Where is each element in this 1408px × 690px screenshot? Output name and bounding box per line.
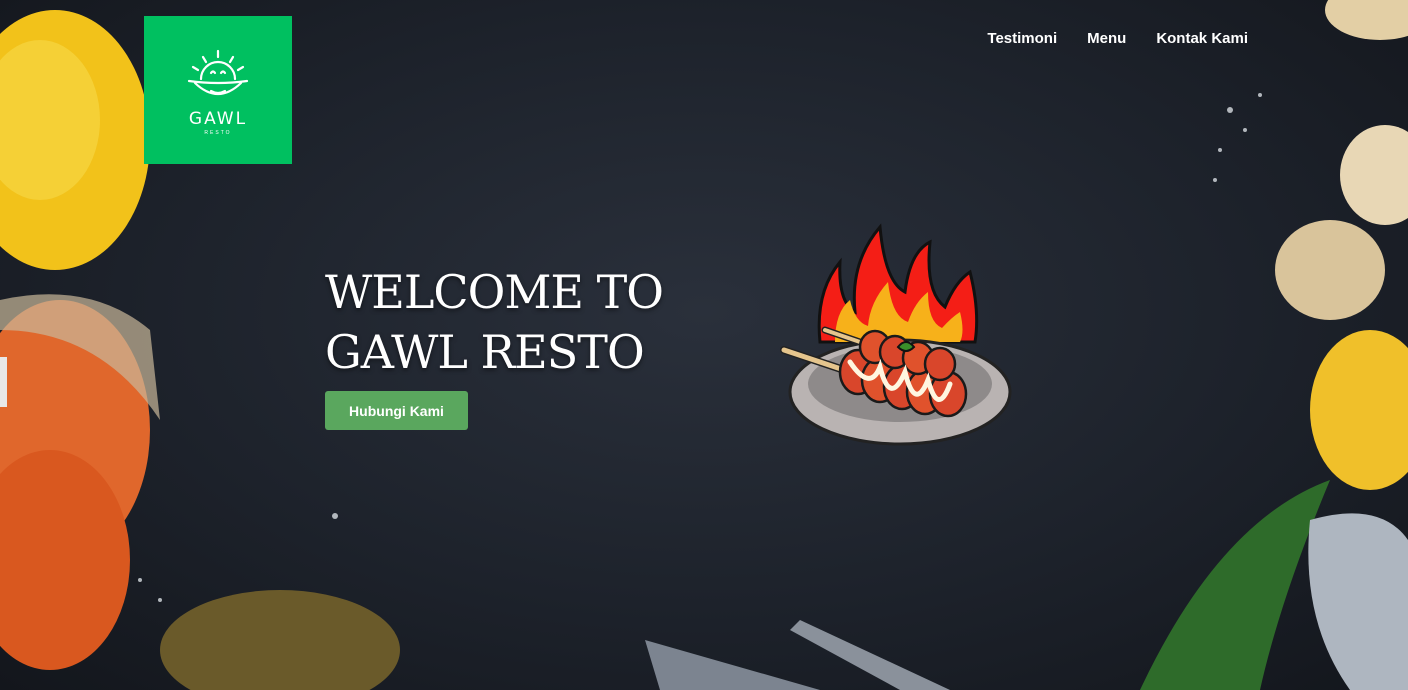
hero-title-line2: GAWL RESTO xyxy=(325,325,645,379)
hero-title-line1: WELCOME TO xyxy=(325,265,664,319)
herb xyxy=(1140,480,1330,690)
contact-us-button[interactable]: Hubungi Kami xyxy=(325,391,468,430)
fork xyxy=(790,620,950,690)
logo-name: GAWL xyxy=(188,108,248,129)
main-nav: Testimoni Menu Kontak Kami xyxy=(987,30,1248,47)
hero-title: WELCOME TO GAWL RESTO xyxy=(325,262,664,382)
brand-logo[interactable]: GAWL RESTO xyxy=(144,16,292,164)
clam-mid xyxy=(1275,220,1385,320)
fish xyxy=(1308,513,1408,690)
grilled-skewer-fire-icon xyxy=(780,223,1012,446)
knife xyxy=(645,640,820,690)
nav-item-menu[interactable]: Menu xyxy=(1087,30,1126,47)
logo-subtitle: RESTO xyxy=(204,129,232,136)
clam-top xyxy=(1340,125,1408,225)
nav-item-kontak-kami[interactable]: Kontak Kami xyxy=(1156,30,1248,47)
nav-item-testimoni[interactable]: Testimoni xyxy=(987,30,1057,47)
side-edge-tab[interactable] xyxy=(0,357,7,407)
bottle xyxy=(160,590,400,690)
sun-bowl-icon xyxy=(187,49,249,95)
lemon-right xyxy=(1310,330,1408,490)
